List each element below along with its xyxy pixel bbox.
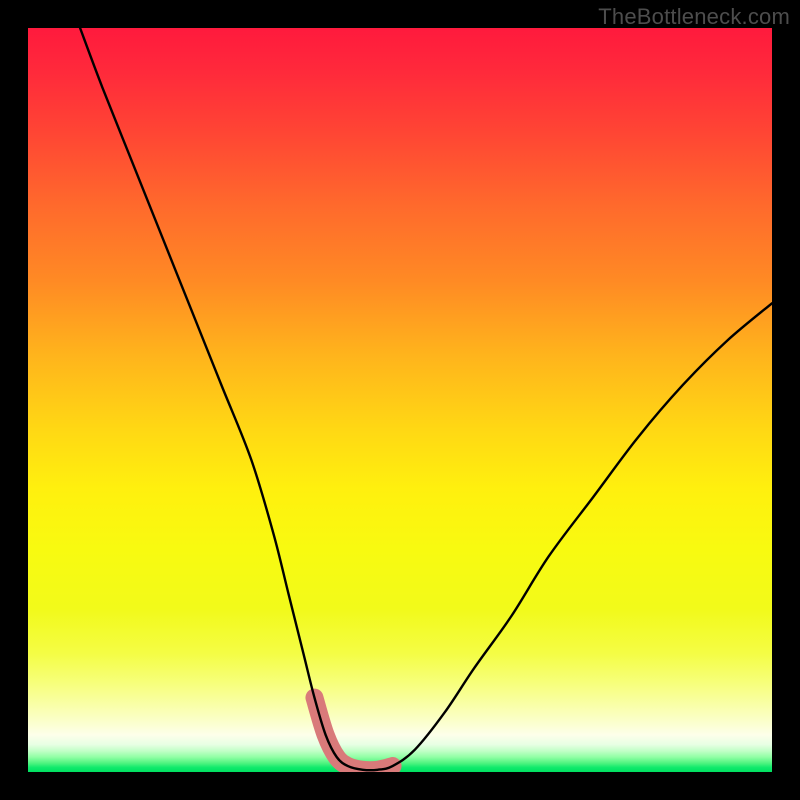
plot-area: [28, 28, 772, 772]
chart-frame: TheBottleneck.com: [0, 0, 800, 800]
watermark-text: TheBottleneck.com: [598, 4, 790, 30]
bottleneck-curve: [80, 28, 772, 770]
curve-layer: [28, 28, 772, 772]
